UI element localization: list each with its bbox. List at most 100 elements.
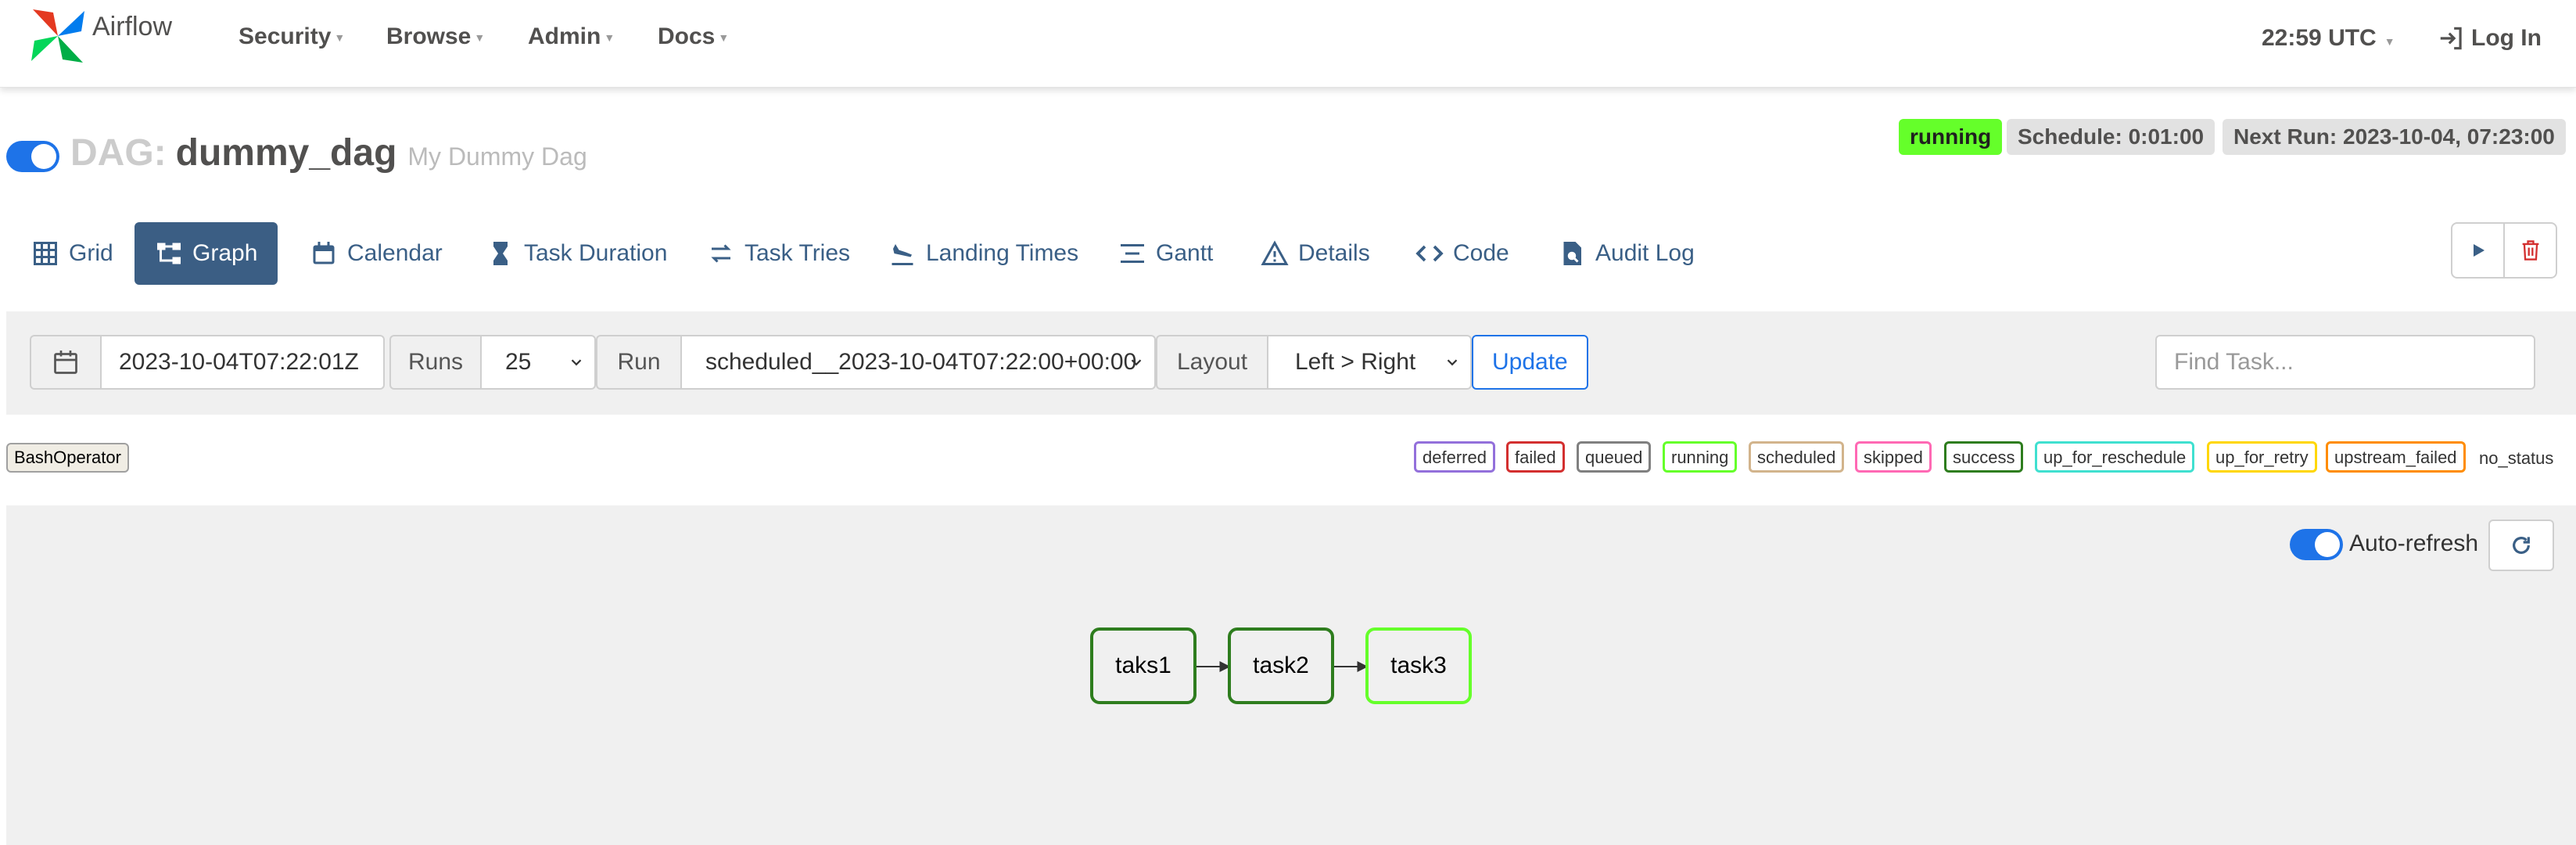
caret-down-icon: ▼	[718, 31, 730, 45]
task-node-task3[interactable]: task3	[1365, 627, 1472, 704]
tab-gantt[interactable]: Gantt	[1098, 222, 1233, 285]
caret-down-icon: ▼	[334, 31, 346, 45]
task-node-task2[interactable]: task2	[1228, 627, 1334, 704]
login-link[interactable]: Log In	[2437, 23, 2542, 53]
top-navbar: Airflow Security ▼ Browse ▼ Admin ▼ Docs ▼ 2…	[0, 0, 2576, 88]
legend-label: upstream_failed	[2334, 448, 2457, 467]
file-search-icon	[1563, 242, 1581, 265]
caret-down-icon: ▼	[474, 31, 486, 45]
runs-label: Runs	[389, 335, 482, 390]
tab-graph[interactable]: Graph	[135, 222, 278, 285]
run-select[interactable]: scheduled__2023-10-04T07:22:00+00:00	[680, 335, 1156, 390]
dag-prefix: DAG:	[70, 132, 167, 174]
state-legend-failed: failed	[1506, 441, 1565, 473]
tab-task-duration-label: Task Duration	[524, 240, 668, 266]
task-node-taks1[interactable]: taks1	[1090, 627, 1197, 704]
legend-label: skipped	[1864, 448, 1923, 467]
nav-security-label: Security	[239, 23, 332, 49]
dag-state-badge: running	[1899, 119, 2003, 155]
tab-audit-log-label: Audit Log	[1595, 240, 1695, 266]
current-time: 22:59 UTC	[2262, 25, 2377, 51]
tab-landing-times-label: Landing Times	[926, 240, 1079, 266]
chevron-down-icon	[1131, 359, 1142, 366]
schedule-badge: Schedule: 0:01:00	[2007, 119, 2215, 155]
plane-landing-icon	[892, 244, 913, 265]
brand-name: Airflow	[92, 11, 173, 41]
state-legend-skipped: skipped	[1855, 441, 1932, 473]
tab-code-label: Code	[1453, 240, 1509, 266]
update-button[interactable]: Update	[1472, 335, 1588, 390]
task-node-label: task3	[1390, 653, 1447, 678]
nav-admin-label: Admin	[528, 23, 601, 49]
caret-down-icon: ▼	[2384, 35, 2395, 48]
nav-browse[interactable]: Browse ▼	[386, 23, 485, 50]
layout-select[interactable]: Left > Right	[1267, 335, 1472, 390]
nav-admin[interactable]: Admin ▼	[528, 23, 615, 50]
base-date-input[interactable]: 2023-10-04T07:22:01Z	[100, 335, 385, 390]
calendar-icon	[313, 242, 335, 264]
auto-refresh-toggle[interactable]	[2290, 529, 2343, 560]
state-legend-queued: queued	[1577, 441, 1652, 473]
code-icon	[1415, 245, 1444, 262]
chevron-down-icon	[571, 359, 582, 366]
legend-label: running	[1671, 448, 1729, 467]
tab-details[interactable]: Details	[1240, 222, 1390, 285]
delete-dag-button[interactable]	[2503, 224, 2556, 277]
layout-label: Layout	[1156, 335, 1268, 390]
legend-label: scheduled	[1757, 448, 1836, 467]
state-legend-upstream-failed: upstream_failed	[2326, 441, 2466, 473]
run-label: Run	[596, 335, 682, 390]
grid-icon	[34, 242, 57, 265]
refresh-icon	[2513, 537, 2530, 554]
graph-icon	[157, 243, 181, 264]
dag-id: dummy_dag	[175, 132, 397, 174]
nav-browse-label: Browse	[386, 23, 472, 49]
auto-refresh-label: Auto-refresh	[2349, 530, 2479, 556]
state-legend-scheduled: scheduled	[1749, 441, 1845, 473]
page-title: DAG: dummy_dag My Dummy Dag	[70, 131, 587, 174]
runs-value: 25	[505, 349, 532, 375]
tab-landing-times[interactable]: Landing Times	[868, 222, 1099, 285]
runs-select[interactable]: 25	[480, 335, 596, 390]
legend-label: queued	[1585, 448, 1643, 467]
tab-gantt-label: Gantt	[1156, 240, 1214, 266]
login-icon	[2440, 27, 2462, 50]
dag-actions	[2451, 222, 2557, 279]
timezone-dropdown[interactable]: 22:59 UTC ▼	[2262, 25, 2395, 52]
graph-filter-bar: 2023-10-04T07:22:01Z Runs 25 Run schedul…	[6, 311, 2576, 415]
nav-docs[interactable]: Docs ▼	[658, 23, 729, 50]
nav-security[interactable]: Security ▼	[239, 23, 345, 50]
play-icon	[2473, 244, 2485, 257]
trigger-dag-button[interactable]	[2452, 224, 2503, 277]
find-task-input[interactable]: Find Task...	[2155, 335, 2535, 390]
tab-details-label: Details	[1298, 240, 1370, 266]
tab-calendar[interactable]: Calendar	[289, 222, 463, 285]
warning-triangle-icon	[1261, 240, 1289, 265]
run-value: scheduled__2023-10-04T07:22:00+00:00	[705, 349, 1137, 375]
tab-task-tries-label: Task Tries	[744, 240, 851, 266]
tab-code[interactable]: Code	[1395, 222, 1530, 285]
login-label: Log In	[2471, 25, 2542, 51]
date-picker-button[interactable]	[30, 335, 102, 390]
next-run-badge: Next Run: 2023-10-04, 07:23:00	[2223, 119, 2566, 155]
dag-pause-toggle[interactable]	[6, 141, 59, 172]
tab-audit-log[interactable]: Audit Log	[1537, 222, 1715, 285]
state-legend-no-status: no_status	[2479, 448, 2554, 468]
state-legend-deferred: deferred	[1414, 441, 1495, 473]
tab-graph-label: Graph	[192, 240, 258, 266]
legend-label: deferred	[1423, 448, 1487, 467]
trash-icon	[2522, 240, 2538, 261]
refresh-button[interactable]	[2488, 520, 2554, 571]
state-legend-running: running	[1663, 441, 1738, 473]
tab-task-tries[interactable]: Task Tries	[687, 222, 870, 285]
layout-value: Left > Right	[1295, 349, 1416, 375]
calendar-icon	[54, 351, 77, 374]
task-node-label: taks1	[1115, 653, 1171, 678]
tab-task-duration[interactable]: Task Duration	[466, 222, 687, 285]
brand-logo-link[interactable]: Airflow	[27, 5, 172, 67]
chevron-down-icon	[1447, 359, 1458, 366]
state-legend-success: success	[1944, 441, 2024, 473]
tab-grid[interactable]: Grid	[11, 222, 134, 285]
state-legend-up-for-retry: up_for_retry	[2207, 441, 2317, 473]
airflow-pinwheel-icon	[31, 9, 84, 63]
